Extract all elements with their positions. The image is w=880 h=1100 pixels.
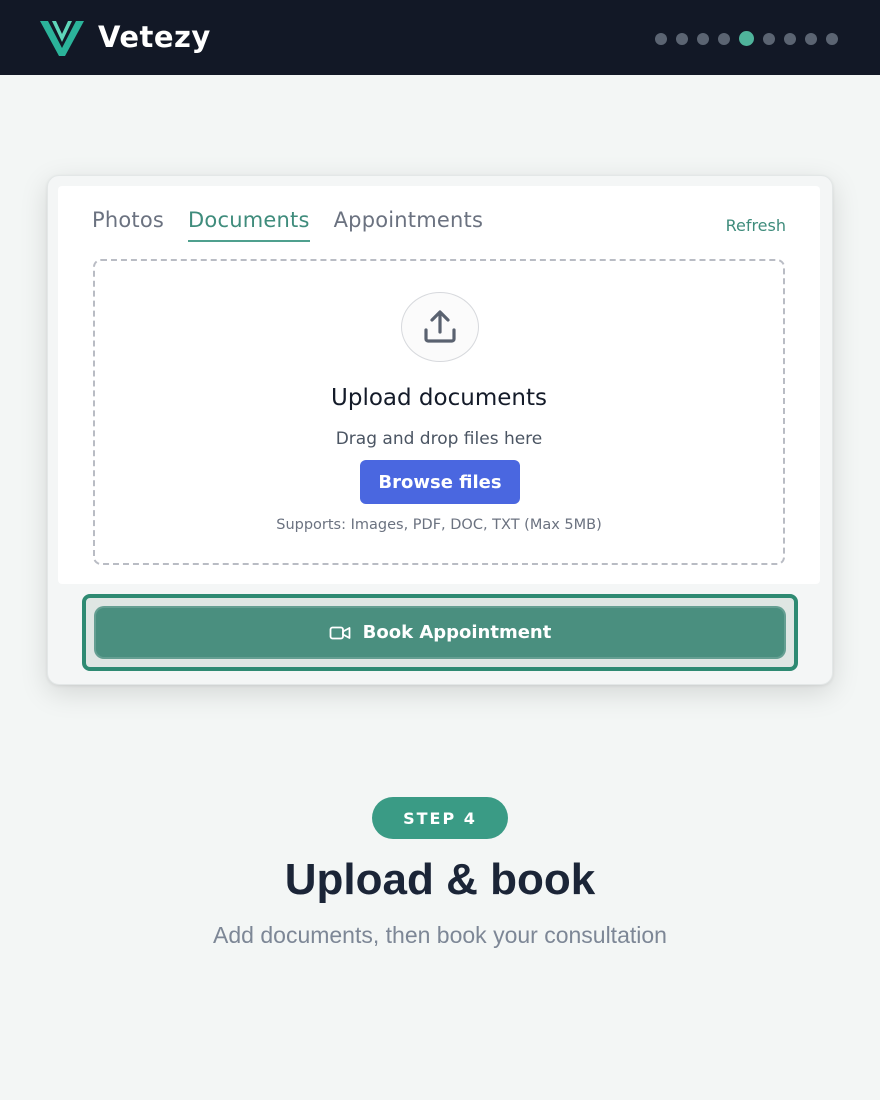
video-camera-icon [329,626,351,639]
progress-dot [763,32,775,45]
progress-dot [805,32,817,45]
upload-icon-circle [401,292,479,362]
vetezy-logo-icon [40,21,84,56]
refresh-link[interactable]: Refresh [726,216,786,235]
book-appointment-label: Book Appointment [362,622,552,643]
tab-photos[interactable]: Photos [92,208,164,242]
upload-title: Upload documents [331,385,547,411]
tab-documents[interactable]: Documents [188,208,310,242]
progress-dot [655,32,667,45]
progress-dot [697,32,709,45]
progress-dot [784,32,796,45]
step-badge: STEP 4 [372,797,508,839]
supported-formats-note: Supports: Images, PDF, DOC, TXT (Max 5MB… [276,517,602,533]
brand-name: Vetezy [98,20,211,54]
browse-files-button[interactable]: Browse files [360,460,520,504]
progress-dot [826,32,838,45]
step-title: Upload & book [284,855,596,904]
step-subtitle: Add documents, then book your consultati… [213,922,667,948]
upload-card: Photos Documents Appointments Refresh Up… [47,175,833,685]
progress-dot-active [739,31,754,46]
upload-icon [424,310,456,343]
progress-dot [718,32,730,45]
file-dropzone[interactable]: Upload documents Drag and drop files her… [93,259,785,565]
upload-subtitle: Drag and drop files here [335,429,543,449]
card-content: Photos Documents Appointments Refresh Up… [58,186,820,584]
tab-bar: Photos Documents Appointments [92,208,483,242]
book-appointment-button[interactable]: Book Appointment [94,606,786,659]
book-appointment-highlight: Book Appointment [82,594,798,671]
top-bar: Vetezy [0,0,880,75]
progress-dots [655,31,838,46]
tab-appointments[interactable]: Appointments [334,208,484,242]
progress-dot [676,32,688,45]
